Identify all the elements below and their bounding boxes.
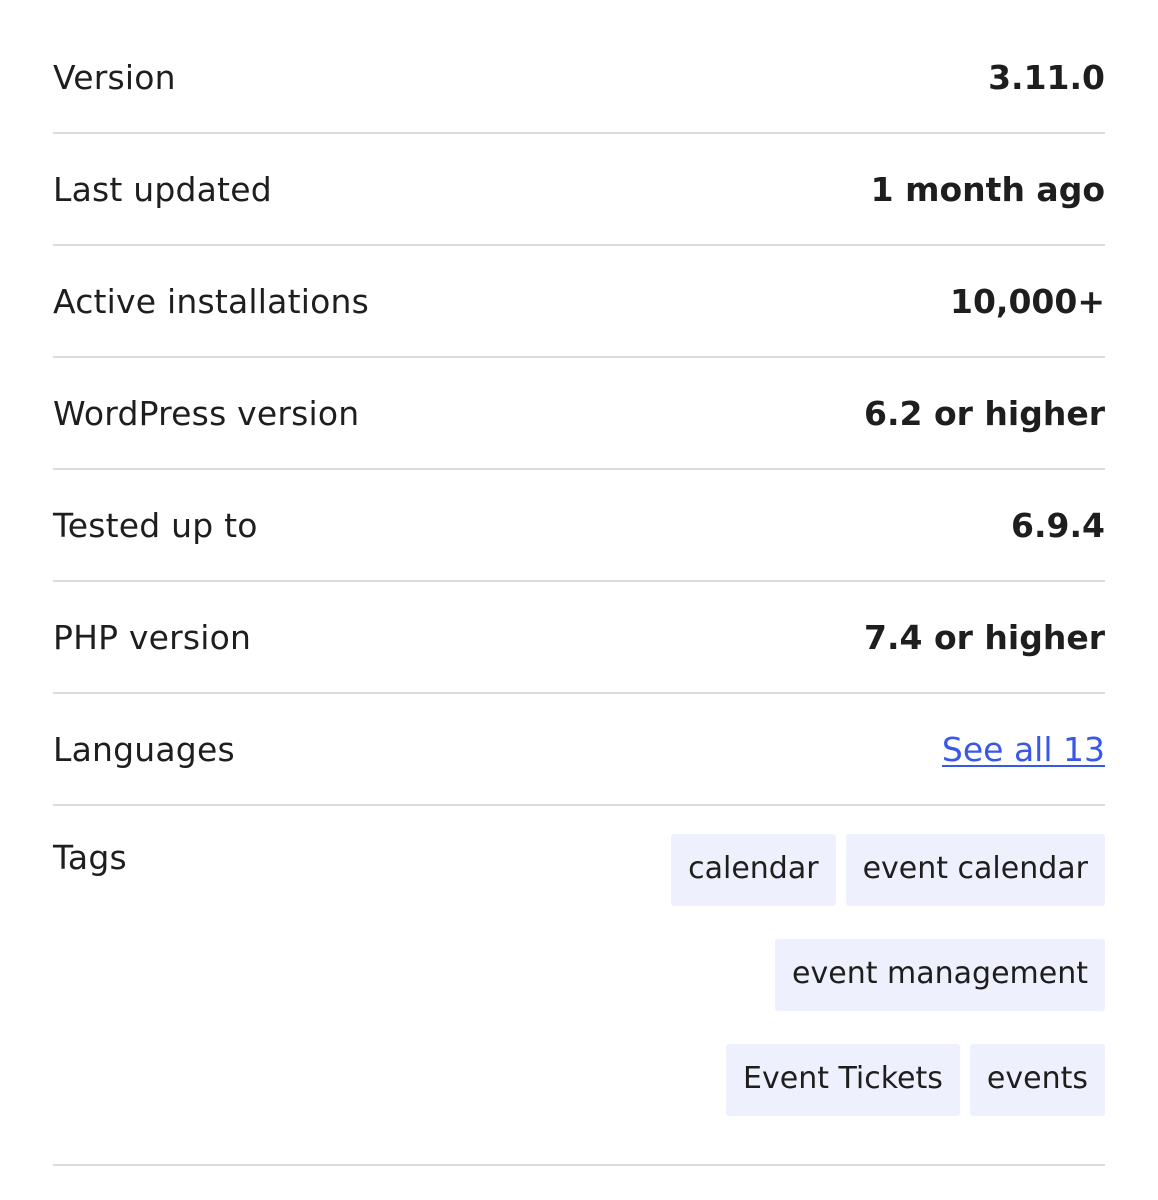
last-updated-label: Last updated bbox=[53, 169, 272, 209]
meta-row-last-updated: Last updated 1 month ago bbox=[53, 134, 1105, 246]
tags-label: Tags bbox=[53, 838, 127, 877]
php-version-label: PHP version bbox=[53, 617, 252, 657]
wordpress-version-label: WordPress version bbox=[53, 393, 360, 433]
meta-row-version: Version 3.11.0 bbox=[53, 22, 1105, 134]
active-installations-value: 10,000+ bbox=[950, 281, 1105, 321]
tag-list: calendar event calendar event management… bbox=[665, 834, 1105, 1116]
version-label: Version bbox=[53, 57, 176, 97]
last-updated-value: 1 month ago bbox=[870, 169, 1105, 209]
meta-row-active-installations: Active installations 10,000+ bbox=[53, 246, 1105, 358]
tag-event-tickets[interactable]: Event Tickets bbox=[726, 1044, 960, 1116]
meta-row-languages: Languages See all 13 bbox=[53, 694, 1105, 806]
meta-row-wordpress-version: WordPress version 6.2 or higher bbox=[53, 358, 1105, 470]
tested-up-to-label: Tested up to bbox=[53, 505, 258, 545]
tag-calendar[interactable]: calendar bbox=[671, 834, 836, 906]
tested-up-to-value: 6.9.4 bbox=[1011, 505, 1105, 545]
see-all-languages-link[interactable]: See all 13 bbox=[942, 730, 1105, 769]
tag-events[interactable]: events bbox=[969, 1044, 1105, 1116]
version-value: 3.11.0 bbox=[988, 57, 1105, 97]
languages-label: Languages bbox=[53, 729, 235, 769]
php-version-value: 7.4 or higher bbox=[864, 617, 1105, 657]
tag-event-calendar[interactable]: event calendar bbox=[845, 834, 1105, 906]
meta-row-php-version: PHP version 7.4 or higher bbox=[53, 582, 1105, 694]
plugin-meta-list: Version 3.11.0 Last updated 1 month ago … bbox=[53, 22, 1105, 1166]
active-installations-label: Active installations bbox=[53, 281, 369, 321]
meta-row-tags: Tags calendar event calendar event manag… bbox=[53, 806, 1105, 1166]
wordpress-version-value: 6.2 or higher bbox=[864, 393, 1105, 433]
meta-row-tested-up-to: Tested up to 6.9.4 bbox=[53, 470, 1105, 582]
tag-event-management[interactable]: event management bbox=[775, 939, 1105, 1011]
